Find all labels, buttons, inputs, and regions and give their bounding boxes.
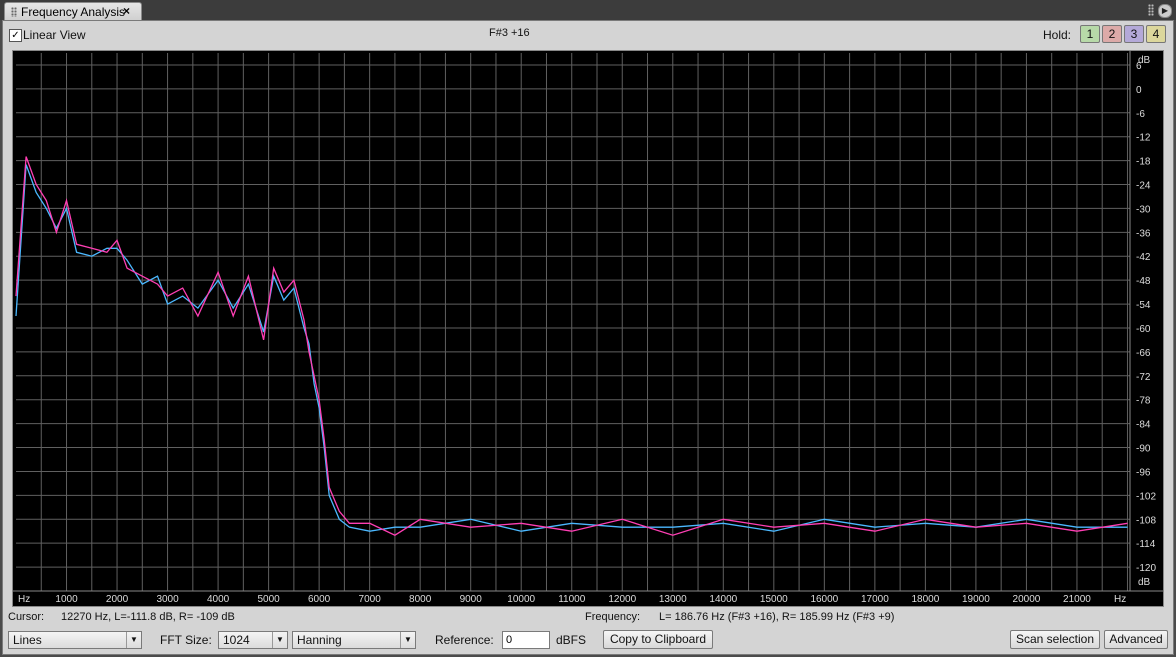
x-tick-label: 11000 <box>558 594 586 605</box>
panel-tab-bar: Frequency Analysis × ▶ <box>0 0 1176 21</box>
y-tick-label: 0 <box>1136 85 1142 96</box>
reference-label: Reference: <box>435 633 494 647</box>
tab-frequency-analysis[interactable]: Frequency Analysis × <box>4 2 142 21</box>
y-tick-label: -120 <box>1136 563 1156 574</box>
panel-menu-icon[interactable]: ▶ <box>1158 4 1172 18</box>
y-tick-label: -6 <box>1136 109 1145 120</box>
spectrum-chart[interactable]: 60-6-12-18-24-30-36-42-48-54-60-66-72-78… <box>13 51 1163 606</box>
y-tick-label: -36 <box>1136 228 1151 239</box>
x-tick-label: 5000 <box>257 594 280 605</box>
tab-title: Frequency Analysis <box>21 5 126 19</box>
hold-button-1[interactable]: 1 <box>1080 25 1100 43</box>
window-function-dropdown[interactable]: Hanning ▼ <box>292 631 416 649</box>
frequency-label: Frequency: <box>585 611 641 623</box>
x-axis-unit-label: Hz <box>18 594 30 605</box>
linear-view-label[interactable]: Linear View <box>23 28 85 42</box>
cursor-label: Cursor: <box>8 611 45 623</box>
frequency-analysis-panel: ✓ Linear View F#3 +16 Hold: 1 2 3 4 6 0 -6… <box>2 20 1174 655</box>
display-mode-value: Lines <box>13 633 42 647</box>
x-tick-label: 2000 <box>106 594 129 605</box>
x-tick-label: 8000 <box>409 594 432 605</box>
y-tick-label: -42 <box>1136 252 1151 263</box>
y-tick-label: -30 <box>1136 204 1151 215</box>
y-tick-label: -96 <box>1136 467 1151 478</box>
x-tick-label: 3000 <box>156 594 179 605</box>
y-axis-unit-label: dB <box>1138 577 1151 588</box>
grip-icon[interactable] <box>11 7 17 17</box>
note-readout: F#3 +16 <box>489 27 530 39</box>
cursor-readout: 12270 Hz, L=-111.8 dB, R= -109 dB <box>61 611 235 623</box>
x-tick-label: 17000 <box>861 594 889 605</box>
chevron-down-icon: ▼ <box>126 632 141 648</box>
reference-input[interactable] <box>502 631 550 649</box>
x-tick-label: 13000 <box>659 594 687 605</box>
x-tick-label: 14000 <box>709 594 737 605</box>
display-mode-dropdown[interactable]: Lines ▼ <box>8 631 142 649</box>
x-tick-label: 16000 <box>810 594 838 605</box>
x-tick-label: 20000 <box>1013 594 1041 605</box>
x-tick-label: 1000 <box>55 594 78 605</box>
y-tick-label: -24 <box>1136 181 1151 192</box>
y-tick-label: -60 <box>1136 324 1151 335</box>
chevron-down-icon: ▼ <box>400 632 415 648</box>
x-axis-strip <box>13 592 1163 606</box>
linear-view-checkbox[interactable]: ✓ <box>9 29 22 42</box>
chevron-down-icon: ▼ <box>272 632 287 648</box>
window-function-value: Hanning <box>297 633 342 647</box>
close-icon[interactable]: × <box>123 4 130 18</box>
y-tick-label: -84 <box>1136 420 1151 431</box>
x-tick-label: 15000 <box>760 594 788 605</box>
spectrum-plot[interactable]: 6 0 -6 -12 -18 -24 -30 -36 -42 -48 -54 -60 -66 -72 -78… <box>12 50 1164 607</box>
y-tick-label: -12 <box>1136 133 1151 144</box>
y-tick-label: -18 <box>1136 157 1151 168</box>
fft-size-value: 1024 <box>223 633 250 647</box>
hold-button-2[interactable]: 2 <box>1102 25 1122 43</box>
reference-unit: dBFS <box>556 633 587 647</box>
hold-button-4[interactable]: 4 <box>1146 25 1166 43</box>
x-tick-label: 10000 <box>507 594 535 605</box>
y-tick-label: -48 <box>1136 276 1151 287</box>
hold-label: Hold: <box>1043 28 1072 42</box>
x-tick-label: 18000 <box>911 594 939 605</box>
frequency-readout: L= 186.76 Hz (F#3 +16), R= 185.99 Hz (F#… <box>659 611 895 623</box>
scan-selection-button[interactable]: Scan selection <box>1010 630 1100 649</box>
y-tick-label: -108 <box>1136 515 1156 526</box>
x-tick-label: 9000 <box>460 594 483 605</box>
y-tick-label: -90 <box>1136 444 1151 455</box>
x-tick-label: 4000 <box>207 594 230 605</box>
y-tick-label: -102 <box>1136 491 1156 502</box>
y-tick-label: -114 <box>1136 539 1156 550</box>
y-tick-label: -66 <box>1136 348 1151 359</box>
x-axis-unit-label: Hz <box>1114 594 1126 605</box>
advanced-button[interactable]: Advanced <box>1104 630 1168 649</box>
x-tick-label: 6000 <box>308 594 331 605</box>
copy-to-clipboard-button[interactable]: Copy to Clipboard <box>603 630 713 649</box>
grip-icon[interactable] <box>1148 4 1154 16</box>
y-tick-label: -54 <box>1136 300 1151 311</box>
fft-size-label: FFT Size: <box>160 633 212 647</box>
hold-button-3[interactable]: 3 <box>1124 25 1144 43</box>
x-tick-label: 19000 <box>962 594 990 605</box>
fft-size-dropdown[interactable]: 1024 ▼ <box>218 631 288 649</box>
x-tick-label: 7000 <box>359 594 382 605</box>
y-tick-label: -72 <box>1136 372 1151 383</box>
y-axis-unit-label: dB <box>1138 55 1151 66</box>
x-tick-label: 21000 <box>1063 594 1091 605</box>
y-tick-label: -78 <box>1136 396 1151 407</box>
x-tick-label: 12000 <box>608 594 636 605</box>
